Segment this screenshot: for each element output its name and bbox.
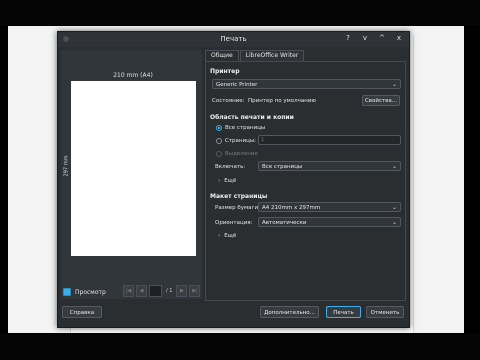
pages-input-value: 1 [261,137,265,143]
orientation-label: Ориентация: [215,220,253,226]
previous-page-button[interactable]: ◀ [136,285,147,297]
status-label: Состояние: [212,98,245,104]
cancel-button[interactable]: Отменить [366,306,404,318]
next-page-button[interactable]: ▶ [176,285,188,297]
help-button[interactable]: Справка [62,306,102,318]
window-controls: ? v ^ x [344,34,403,42]
tab-general[interactable]: Общие [205,50,239,61]
title-bar: Печать ? v ^ x [58,32,409,47]
preview-checkbox[interactable] [63,288,71,296]
selection-label: Выделение [225,151,258,157]
paper-size-label: Размер бумаги: [215,205,260,211]
print-dialog: Печать ? v ^ x 210 mm (A4) 297 mm Просмо… [57,31,410,328]
page-total-label: / 1 [166,288,173,294]
more-options-button[interactable]: Дополнительно... [260,306,319,318]
chevron-down-icon: ⌄ [391,219,397,226]
orientation-value: Автоматически [262,220,307,226]
selection-radio[interactable] [216,151,222,157]
chevron-down-icon: ⌄ [391,163,397,170]
properties-button[interactable]: Свойства... [362,95,400,106]
page-navigation: |◀ ◀ / 1 ▶ ▶| [123,285,201,297]
print-button[interactable]: Печать [326,306,361,318]
include-select-value: Все страницы [262,164,303,170]
page-width-label: 210 mm (A4) [113,72,153,79]
page-preview [71,81,196,256]
chevron-right-icon: › [218,233,221,239]
status-value: Принтер по умолчанию [248,98,317,104]
orientation-select[interactable]: Автоматически ⌄ [258,217,401,227]
screen-bottom-band [0,333,480,360]
include-select[interactable]: Все страницы ⌄ [258,161,401,171]
maximize-icon[interactable]: ^ [378,34,386,42]
preview-checkbox-label: Просмотр [75,288,106,296]
paper-size-select[interactable]: A4 210mm x 297mm ⌄ [258,202,401,212]
printer-section-title: Принтер [210,68,240,75]
pages-input[interactable]: 1 [258,135,401,145]
pages-radio[interactable] [216,138,222,144]
general-tab-panel: Принтер Generic Printer ⌄ Состояние: При… [205,61,406,301]
last-page-button[interactable]: ▶| [189,285,201,297]
tab-libreoffice-writer[interactable]: LibreOffice Writer [239,50,305,61]
all-pages-label: Все страницы [225,125,266,131]
close-icon[interactable]: x [395,34,403,42]
all-pages-radio[interactable] [216,125,222,131]
screen-top-band [0,0,480,26]
printer-select[interactable]: Generic Printer ⌄ [212,79,401,89]
tab-bar: Общие LibreOffice Writer [205,50,305,61]
range-more-label: Ещё [224,178,237,184]
page-number-input[interactable] [149,285,162,297]
pages-label: Страницы: [225,138,257,144]
chevron-right-icon: › [218,178,221,184]
layout-more-label: Ещё [224,233,237,239]
page-height-label: 297 mm [63,155,70,177]
chevron-down-icon: ⌄ [391,204,397,211]
range-more-expander[interactable]: › Ещё [218,178,236,184]
range-section-title: Область печати и копии [210,114,294,121]
chevron-down-icon: ⌄ [391,81,397,88]
layout-section-title: Макет страницы [210,193,268,200]
preview-checkbox-row[interactable]: Просмотр [63,288,106,296]
paper-size-value: A4 210mm x 297mm [262,205,321,211]
printer-select-value: Generic Printer [216,82,258,88]
layout-more-expander[interactable]: › Ещё [218,233,236,239]
first-page-button[interactable]: |◀ [123,285,134,297]
minimize-icon[interactable]: v [361,34,369,42]
include-label: Включать: [215,164,246,170]
help-icon[interactable]: ? [344,34,352,42]
